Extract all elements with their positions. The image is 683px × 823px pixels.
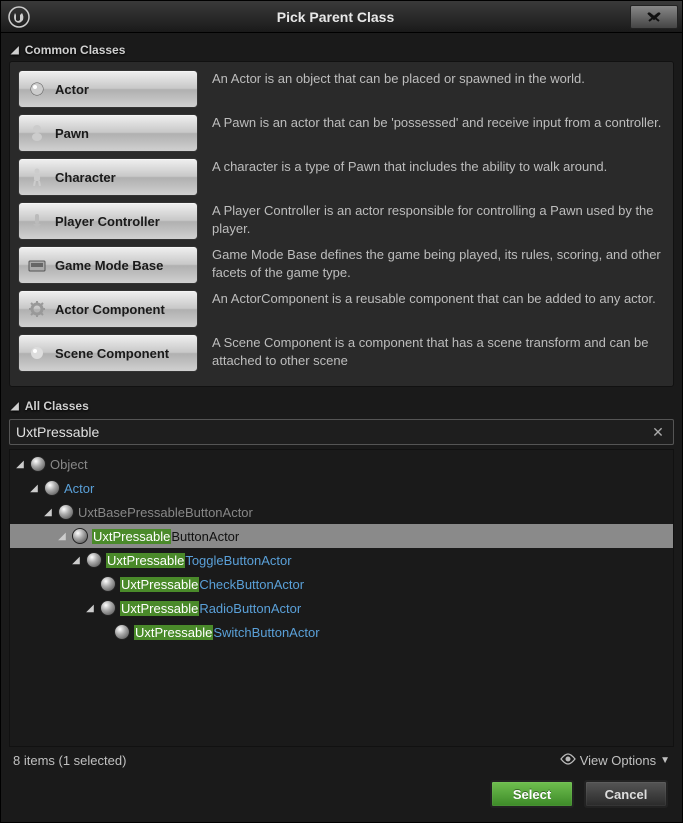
- cancel-button[interactable]: Cancel: [584, 780, 668, 808]
- common-class-row: Actor Component An ActorComponent is a re…: [18, 290, 665, 328]
- class-button-label: Actor: [55, 82, 89, 97]
- tree-item-label: Actor: [64, 481, 94, 496]
- dialog-window: Pick Parent Class ◢ Common Classes Actor…: [0, 0, 683, 823]
- expand-arrow-icon[interactable]: ◢: [14, 459, 26, 470]
- class-tree[interactable]: ◢ Object ◢ Actor ◢ UxtBasePressableButtonActo…: [9, 449, 674, 747]
- tree-item-label: UxtPressableCheckButtonActor: [120, 577, 304, 592]
- close-icon: [646, 12, 662, 22]
- tree-item[interactable]: ◢ UxtBasePressableButtonActor: [10, 500, 673, 524]
- class-description: Game Mode Base defines the game being pl…: [212, 246, 665, 281]
- common-class-row: Actor An Actor is an object that can be p…: [18, 70, 665, 108]
- common-classes-panel: Actor An Actor is an object that can be p…: [9, 61, 674, 387]
- view-options-label: View Options: [580, 753, 656, 768]
- class-button-game-mode-base[interactable]: Game Mode Base: [18, 246, 198, 284]
- all-classes-header[interactable]: ◢ All Classes: [9, 395, 674, 417]
- class-icon: [27, 255, 47, 275]
- class-button-label: Character: [55, 170, 116, 185]
- tree-item-label: Object: [50, 457, 88, 472]
- class-button-player-controller[interactable]: Player Controller: [18, 202, 198, 240]
- dialog-button-row: Select Cancel: [9, 770, 674, 814]
- tree-item[interactable]: ◢ UxtPressableToggleButtonActor: [10, 548, 673, 572]
- tree-item-label: UxtPressableRadioButtonActor: [120, 601, 301, 616]
- class-orb-icon: [100, 576, 116, 592]
- class-orb-icon: [114, 624, 130, 640]
- class-button-label: Game Mode Base: [55, 258, 163, 273]
- tree-item[interactable]: UxtPressableSwitchButtonActor: [10, 620, 673, 644]
- tree-item[interactable]: ◢ UxtPressableButtonActor: [10, 524, 673, 548]
- expand-arrow-icon[interactable]: ◢: [42, 507, 54, 518]
- dialog-content: ◢ Common Classes Actor An Actor is an obj…: [1, 33, 682, 822]
- class-button-actor-component[interactable]: Actor Component: [18, 290, 198, 328]
- tree-item-label: UxtPressableButtonActor: [92, 529, 239, 544]
- select-button[interactable]: Select: [490, 780, 574, 808]
- class-button-character[interactable]: Character: [18, 158, 198, 196]
- class-icon: [27, 123, 47, 143]
- class-orb-icon: [58, 504, 74, 520]
- class-orb-icon: [100, 600, 116, 616]
- class-description: A character is a type of Pawn that inclu…: [212, 158, 607, 176]
- clear-search-button[interactable]: ✕: [649, 423, 667, 441]
- titlebar: Pick Parent Class: [1, 1, 682, 33]
- class-description: A Pawn is an actor that can be 'possesse…: [212, 114, 661, 132]
- class-orb-icon: [30, 456, 46, 472]
- class-button-label: Pawn: [55, 126, 89, 141]
- class-orb-icon: [44, 480, 60, 496]
- expand-arrow-icon[interactable]: ◢: [84, 603, 96, 614]
- class-description: An ActorComponent is a reusable componen…: [212, 290, 656, 308]
- eye-icon: [560, 753, 576, 768]
- unreal-logo-icon: [5, 3, 33, 31]
- tree-item[interactable]: ◢ Object: [10, 452, 673, 476]
- class-description: An Actor is an object that can be placed…: [212, 70, 585, 88]
- class-orb-icon: [72, 528, 88, 544]
- expand-arrow-icon[interactable]: ◢: [56, 531, 68, 542]
- search-field-wrapper: ✕: [9, 419, 674, 445]
- tree-footer: 8 items (1 selected) View Options ▼: [9, 747, 674, 770]
- common-classes-label: Common Classes: [25, 43, 126, 57]
- window-close-button[interactable]: [630, 5, 678, 29]
- class-icon: [27, 211, 47, 231]
- class-button-label: Player Controller: [55, 214, 160, 229]
- common-class-row: Character A character is a type of Pawn t…: [18, 158, 665, 196]
- tree-item[interactable]: UxtPressableCheckButtonActor: [10, 572, 673, 596]
- class-icon: [27, 167, 47, 187]
- collapse-arrow-icon: ◢: [11, 401, 19, 412]
- close-icon: ✕: [652, 424, 664, 441]
- chevron-down-icon: ▼: [660, 755, 670, 766]
- tree-item[interactable]: ◢ Actor: [10, 476, 673, 500]
- common-class-row: Scene Component A Scene Component is a co…: [18, 334, 665, 372]
- search-input[interactable]: [16, 424, 649, 440]
- class-button-actor[interactable]: Actor: [18, 70, 198, 108]
- tree-item[interactable]: ◢ UxtPressableRadioButtonActor: [10, 596, 673, 620]
- class-button-pawn[interactable]: Pawn: [18, 114, 198, 152]
- common-class-row: Game Mode Base Game Mode Base defines the…: [18, 246, 665, 284]
- tree-item-label: UxtPressableSwitchButtonActor: [134, 625, 320, 640]
- tree-item-label: UxtPressableToggleButtonActor: [106, 553, 292, 568]
- view-options-button[interactable]: View Options ▼: [560, 753, 670, 768]
- class-description: A Scene Component is a component that ha…: [212, 334, 665, 369]
- collapse-arrow-icon: ◢: [11, 45, 19, 56]
- common-class-row: Pawn A Pawn is an actor that can be 'poss…: [18, 114, 665, 152]
- common-classes-header[interactable]: ◢ Common Classes: [9, 39, 674, 61]
- all-classes-label: All Classes: [25, 399, 89, 413]
- class-orb-icon: [86, 552, 102, 568]
- expand-arrow-icon[interactable]: ◢: [70, 555, 82, 566]
- expand-arrow-icon[interactable]: ◢: [28, 483, 40, 494]
- class-icon: [27, 343, 47, 363]
- class-icon: [27, 79, 47, 99]
- class-button-scene-component[interactable]: Scene Component: [18, 334, 198, 372]
- class-description: A Player Controller is an actor responsi…: [212, 202, 665, 237]
- class-button-label: Scene Component: [55, 346, 169, 361]
- window-title: Pick Parent Class: [41, 9, 630, 25]
- tree-item-label: UxtBasePressableButtonActor: [78, 505, 253, 520]
- class-button-label: Actor Component: [55, 302, 165, 317]
- class-icon: [27, 299, 47, 319]
- item-count-label: 8 items (1 selected): [13, 753, 126, 768]
- common-class-row: Player Controller A Player Controller is …: [18, 202, 665, 240]
